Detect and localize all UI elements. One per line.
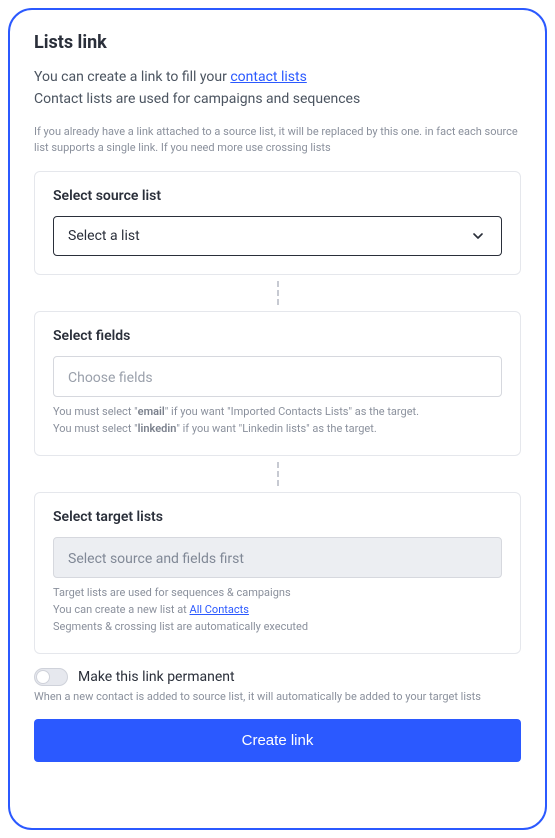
toggle-knob xyxy=(36,670,50,684)
permanent-toggle[interactable] xyxy=(34,668,68,686)
fields-title: Select fields xyxy=(53,328,502,344)
target-select: Select source and fields first xyxy=(53,537,502,578)
fields-hint-1: You must select "email" if you want "Imp… xyxy=(53,403,502,420)
connector-2 xyxy=(34,456,521,492)
fields-placeholder: Choose fields xyxy=(68,370,153,386)
dialog-container: Lists link You can create a link to fill… xyxy=(8,8,547,830)
page-title: Lists link xyxy=(34,32,521,53)
connector-1 xyxy=(34,275,521,311)
target-hint-2: You can create a new list at All Contact… xyxy=(53,601,502,618)
target-placeholder: Select source and fields first xyxy=(68,551,244,567)
source-select[interactable]: Select a list xyxy=(53,216,502,256)
subtitle-2: Contact lists are used for campaigns and… xyxy=(34,89,521,109)
permanent-desc: When a new contact is added to source li… xyxy=(34,690,521,703)
fields-input[interactable]: Choose fields xyxy=(53,356,502,397)
fields-card: Select fields Choose fields You must sel… xyxy=(34,311,521,456)
subtitle-1: You can create a link to fill your conta… xyxy=(34,67,521,87)
all-contacts-link[interactable]: All Contacts xyxy=(190,603,249,616)
create-link-button[interactable]: Create link xyxy=(34,719,521,762)
target-title: Select target lists xyxy=(53,509,502,525)
description: If you already have a link attached to a… xyxy=(34,124,521,157)
permanent-label: Make this link permanent xyxy=(78,669,235,685)
contact-lists-link[interactable]: contact lists xyxy=(230,69,306,85)
permanent-row: Make this link permanent xyxy=(34,668,521,686)
target-card: Select target lists Select source and fi… xyxy=(34,492,521,654)
source-card: Select source list Select a list xyxy=(34,171,521,275)
source-select-label: Select a list xyxy=(68,228,140,244)
source-title: Select source list xyxy=(53,188,502,204)
fields-hint-2: You must select "linkedin" if you want "… xyxy=(53,420,502,437)
target-hint-1: Target lists are used for sequences & ca… xyxy=(53,584,502,601)
chevron-down-icon xyxy=(469,227,487,245)
subtitle-prefix: You can create a link to fill your xyxy=(34,69,230,85)
target-hint-3: Segments & crossing list are automatical… xyxy=(53,618,502,635)
